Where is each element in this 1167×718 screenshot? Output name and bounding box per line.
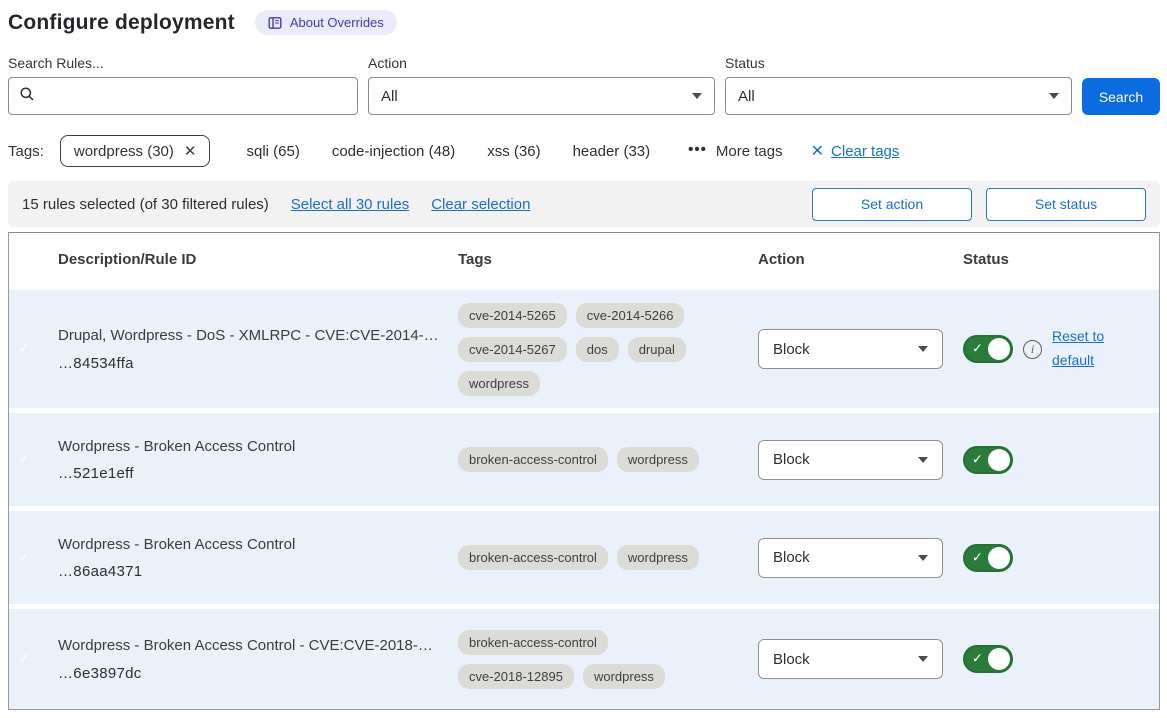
status-toggle[interactable]: ✓ bbox=[963, 335, 1013, 363]
rules-table: Description/Rule ID Tags Action Status D… bbox=[8, 232, 1160, 710]
chevron-down-icon bbox=[918, 346, 928, 352]
chevron-down-icon bbox=[918, 457, 928, 463]
rule-action-value: Block bbox=[773, 341, 810, 358]
clear-selection-link[interactable]: Clear selection bbox=[431, 196, 530, 213]
tag-chip-label: wordpress (30) bbox=[74, 143, 174, 160]
rule-action-select[interactable]: Block bbox=[758, 440, 943, 480]
clear-tags-label: Clear tags bbox=[831, 143, 899, 160]
set-action-button[interactable]: Set action bbox=[812, 188, 972, 221]
table-row: Drupal, Wordpress - DoS - XMLRPC - CVE:C… bbox=[9, 290, 1159, 408]
rule-id: …86aa4371 bbox=[58, 563, 448, 580]
tag-header[interactable]: header (33) bbox=[573, 143, 651, 160]
book-icon bbox=[268, 16, 282, 30]
tag-xss[interactable]: xss (36) bbox=[487, 143, 540, 160]
status-toggle[interactable]: ✓ bbox=[963, 446, 1013, 474]
rule-tag: wordpress bbox=[458, 371, 540, 396]
table-row: Wordpress - Broken Access Control …521e1… bbox=[9, 413, 1159, 506]
rule-description: Wordpress - Broken Access Control bbox=[58, 535, 448, 555]
select-all-link[interactable]: Select all 30 rules bbox=[291, 196, 409, 213]
search-rules-box bbox=[8, 77, 358, 115]
rule-tag: wordpress bbox=[583, 664, 665, 689]
table-header-row: Description/Rule ID Tags Action Status bbox=[9, 233, 1159, 285]
rule-tag: wordpress bbox=[617, 447, 699, 472]
tag-code-injection[interactable]: code-injection (48) bbox=[332, 143, 455, 160]
rule-tag: dos bbox=[576, 337, 619, 362]
search-rules-input[interactable] bbox=[43, 88, 347, 104]
tag-chip-wordpress[interactable]: wordpress (30) ✕ bbox=[60, 135, 211, 167]
status-filter-label: Status bbox=[725, 55, 1072, 71]
selection-summary: 15 rules selected (of 30 filtered rules) bbox=[22, 196, 269, 213]
rule-id: …521e1eff bbox=[58, 465, 448, 482]
table-row: Wordpress - Broken Access Control - CVE:… bbox=[9, 609, 1159, 709]
rule-id: …6e3897dc bbox=[58, 665, 448, 682]
rule-description: Wordpress - Broken Access Control - CVE:… bbox=[58, 636, 448, 656]
column-header-tags: Tags bbox=[458, 251, 758, 268]
selection-bar: 15 rules selected (of 30 filtered rules)… bbox=[8, 181, 1160, 227]
search-button[interactable]: Search bbox=[1082, 78, 1160, 115]
status-filter-value: All bbox=[738, 88, 755, 105]
rule-tag: cve-2018-12895 bbox=[458, 664, 574, 689]
more-tags-button[interactable]: ••• More tags bbox=[688, 143, 782, 160]
reset-to-default-link[interactable]: Reset to default bbox=[1052, 325, 1118, 373]
about-overrides-label: About Overrides bbox=[290, 15, 384, 30]
tags-bar: Tags: wordpress (30) ✕ sqli (65) code-in… bbox=[8, 135, 1160, 167]
rule-tag: broken-access-control bbox=[458, 545, 608, 570]
status-toggle[interactable]: ✓ bbox=[963, 544, 1013, 572]
info-icon[interactable]: i bbox=[1023, 340, 1042, 359]
column-header-action: Action bbox=[758, 251, 963, 268]
rule-id: …84534ffa bbox=[58, 355, 448, 372]
remove-tag-icon[interactable]: ✕ bbox=[184, 142, 197, 160]
rule-tag: drupal bbox=[628, 337, 686, 362]
chevron-down-icon bbox=[918, 656, 928, 662]
search-rules-label: Search Rules... bbox=[8, 55, 358, 71]
status-toggle[interactable]: ✓ bbox=[963, 645, 1013, 673]
action-filter-label: Action bbox=[368, 55, 715, 71]
set-status-button[interactable]: Set status bbox=[986, 188, 1146, 221]
rule-description: Drupal, Wordpress - DoS - XMLRPC - CVE:C… bbox=[58, 326, 448, 346]
rule-tag: broken-access-control bbox=[458, 447, 608, 472]
more-tags-label: More tags bbox=[716, 143, 783, 160]
action-filter-select[interactable]: All bbox=[368, 77, 715, 115]
rule-tag: broken-access-control bbox=[458, 630, 608, 655]
rule-description: Wordpress - Broken Access Control bbox=[58, 437, 448, 457]
rule-tag: cve-2014-5265 bbox=[458, 303, 567, 328]
chevron-down-icon bbox=[918, 555, 928, 561]
page-header: Configure deployment About Overrides bbox=[8, 10, 1160, 35]
rule-action-select[interactable]: Block bbox=[758, 329, 943, 369]
rule-tag: cve-2014-5266 bbox=[576, 303, 685, 328]
search-icon bbox=[19, 86, 35, 107]
rule-tag: cve-2014-5267 bbox=[458, 337, 567, 362]
rule-action-value: Block bbox=[773, 651, 810, 668]
action-filter-value: All bbox=[381, 88, 398, 105]
configure-deployment-page: Configure deployment About Overrides Sea… bbox=[0, 0, 1167, 710]
chevron-down-icon bbox=[1049, 93, 1059, 99]
table-row: Wordpress - Broken Access Control …86aa4… bbox=[9, 511, 1159, 604]
clear-tags-link[interactable]: ✕ Clear tags bbox=[811, 141, 900, 161]
column-header-description: Description/Rule ID bbox=[58, 251, 458, 268]
rule-tag: wordpress bbox=[617, 545, 699, 570]
page-title: Configure deployment bbox=[8, 11, 235, 35]
status-filter-select[interactable]: All bbox=[725, 77, 1072, 115]
column-header-status: Status bbox=[963, 251, 1159, 268]
tags-label: Tags: bbox=[8, 143, 44, 160]
rule-action-value: Block bbox=[773, 549, 810, 566]
clear-icon: ✕ bbox=[811, 141, 824, 161]
ellipsis-icon: ••• bbox=[688, 141, 707, 158]
tag-sqli[interactable]: sqli (65) bbox=[246, 143, 299, 160]
rule-action-select[interactable]: Block bbox=[758, 639, 943, 679]
rule-action-value: Block bbox=[773, 451, 810, 468]
about-overrides-link[interactable]: About Overrides bbox=[255, 10, 397, 35]
chevron-down-icon bbox=[692, 93, 702, 99]
filter-bar: Search Rules... Action All Status All Se… bbox=[8, 55, 1160, 115]
rule-action-select[interactable]: Block bbox=[758, 538, 943, 578]
